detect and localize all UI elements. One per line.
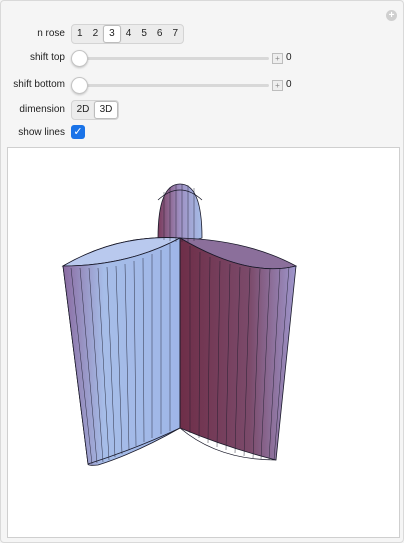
plus-square-icon[interactable]: +	[272, 53, 283, 64]
n-rose-row: n rose 1 2 3 4 5 6 7	[1, 24, 404, 44]
shift-top-row: shift top + 0	[1, 49, 404, 67]
n-rose-option-2[interactable]: 2	[88, 25, 104, 43]
plus-square-icon[interactable]: +	[272, 80, 283, 91]
shift-top-label: shift top	[29, 52, 65, 63]
plot-area[interactable]	[7, 147, 400, 538]
n-rose-option-1[interactable]: 1	[72, 25, 88, 43]
show-lines-row: show lines ✓	[1, 124, 404, 142]
n-rose-option-6[interactable]: 6	[152, 25, 168, 43]
shift-top-value: 0	[286, 52, 292, 63]
n-rose-option-3[interactable]: 3	[103, 25, 121, 43]
n-rose-option-5[interactable]: 5	[136, 25, 152, 43]
show-lines-checkbox[interactable]: ✓	[71, 125, 85, 139]
shift-bottom-value: 0	[286, 79, 292, 90]
n-rose-option-7[interactable]: 7	[167, 25, 183, 43]
dimension-option-3d[interactable]: 3D	[94, 101, 118, 119]
n-rose-option-4[interactable]: 4	[121, 25, 137, 43]
shift-bottom-track[interactable]	[73, 84, 269, 87]
rose-surface-graphic[interactable]	[8, 148, 399, 537]
show-lines-label: show lines	[18, 127, 65, 138]
shift-bottom-thumb[interactable]	[71, 77, 88, 94]
dimension-label: dimension	[19, 104, 65, 115]
checkmark-icon: ✓	[73, 126, 83, 138]
n-rose-label: n rose	[37, 28, 65, 39]
plus-circle-icon[interactable]: +	[386, 10, 397, 21]
shift-bottom-row: shift bottom + 0	[1, 76, 404, 94]
dimension-selector[interactable]: 2D 3D	[71, 100, 119, 120]
shift-top-thumb[interactable]	[71, 50, 88, 67]
dimension-option-2d[interactable]: 2D	[72, 101, 94, 119]
dimension-row: dimension 2D 3D	[1, 100, 404, 120]
shift-top-track[interactable]	[73, 57, 269, 60]
shift-bottom-label: shift bottom	[13, 79, 65, 90]
n-rose-selector[interactable]: 1 2 3 4 5 6 7	[71, 24, 184, 44]
demonstration-panel: + n rose 1 2 3 4 5 6 7 shift top + 0 shi…	[0, 0, 404, 543]
